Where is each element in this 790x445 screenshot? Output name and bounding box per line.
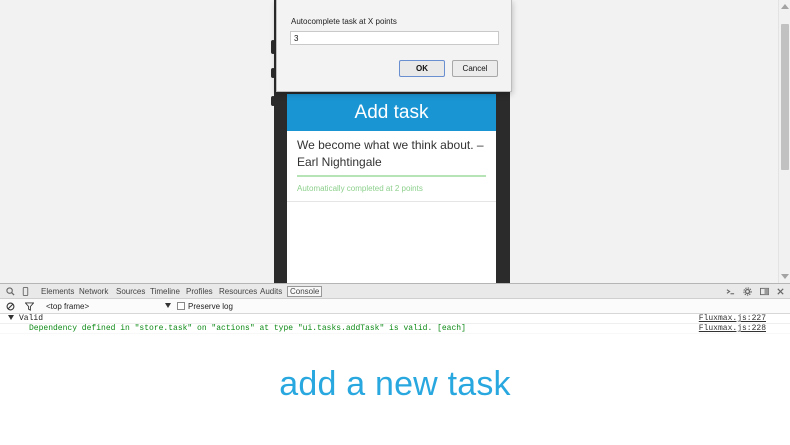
phone-side-button (271, 40, 275, 54)
dock-side-icon[interactable] (760, 287, 769, 296)
phone-screen: Add task We become what we think about. … (287, 94, 496, 283)
screen: Add task We become what we think about. … (0, 0, 790, 445)
vertical-scrollbar[interactable] (778, 0, 790, 283)
prompt-label: Autocomplete task at X points (291, 17, 397, 26)
tab-network[interactable]: Network (79, 287, 108, 296)
inspect-search-icon[interactable] (6, 287, 15, 296)
video-caption: add a new task (279, 365, 511, 403)
points-input[interactable]: 3 (290, 31, 499, 45)
preserve-log-checkbox[interactable] (177, 302, 185, 310)
clear-console-icon[interactable] (6, 302, 15, 311)
task-status: Automatically completed at 2 points (297, 184, 423, 193)
page-viewport: Add task We become what we think about. … (0, 0, 790, 283)
ok-button[interactable]: OK (399, 60, 445, 77)
device-mode-icon[interactable] (21, 287, 30, 296)
console-log-group[interactable]: Valid Fluxmax.js:227 (0, 314, 790, 324)
tab-sources[interactable]: Sources (116, 287, 145, 296)
tab-elements[interactable]: Elements (41, 287, 74, 296)
task-item[interactable]: We become what we think about. –Earl Nig… (287, 131, 496, 202)
prompt-dialog: Autocomplete task at X points 3 OK Cance… (276, 0, 512, 92)
console-toolbar: <top frame> Preserve log (0, 299, 790, 314)
frame-select[interactable]: <top frame> (46, 302, 89, 311)
tab-timeline[interactable]: Timeline (150, 287, 180, 296)
tab-profiles[interactable]: Profiles (186, 287, 213, 296)
log-message: Valid (19, 314, 44, 323)
log-source-link[interactable]: Fluxmax.js:227 (699, 314, 766, 324)
add-task-header[interactable]: Add task (287, 94, 496, 131)
scroll-up-icon[interactable] (781, 4, 789, 9)
devtools-tab-bar: Elements Network Sources Timeline Profil… (0, 283, 790, 299)
tab-audits[interactable]: Audits (260, 287, 282, 296)
phone-side-button (271, 96, 275, 106)
chevron-down-icon[interactable] (165, 303, 171, 308)
phone-side-button (271, 68, 275, 78)
task-progress-line (297, 175, 486, 177)
preserve-log-label: Preserve log (188, 302, 233, 311)
tab-resources[interactable]: Resources (219, 287, 257, 296)
task-text: We become what we think about. –Earl Nig… (297, 138, 484, 169)
gear-icon[interactable] (743, 287, 752, 296)
log-message: Dependency defined in "store.task" on "a… (29, 324, 466, 333)
scrollbar-thumb[interactable] (781, 24, 789, 170)
divider (287, 201, 496, 202)
expand-triangle-icon[interactable] (8, 315, 14, 321)
tab-console[interactable]: Console (287, 286, 323, 297)
scroll-down-icon[interactable] (781, 274, 789, 279)
cancel-button[interactable]: Cancel (452, 60, 498, 77)
filter-icon[interactable] (25, 302, 34, 311)
console-drawer-icon[interactable] (726, 287, 735, 296)
close-icon[interactable] (776, 287, 785, 296)
